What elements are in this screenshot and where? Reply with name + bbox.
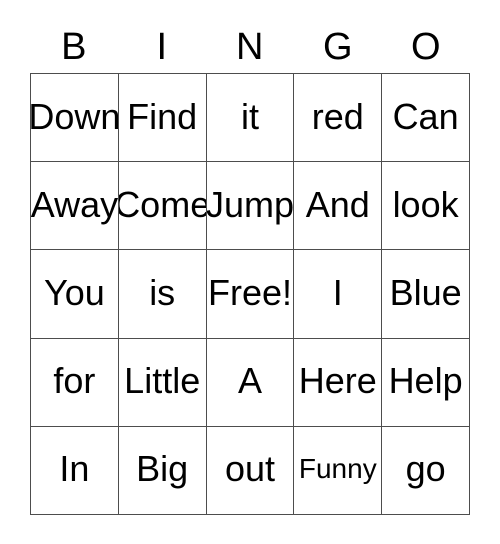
bingo-cell-label: Jump (206, 183, 295, 225)
bingo-cell-g2[interactable]: And (294, 162, 383, 251)
bingo-cell-g4[interactable]: Here (294, 338, 383, 427)
bingo-cell-label: Funny (298, 453, 377, 485)
bingo-cell-o2[interactable]: look (382, 162, 470, 251)
bingo-cell-label: look (392, 183, 459, 225)
bingo-cell-i3[interactable]: is (118, 250, 207, 339)
bingo-cell-b3[interactable]: You (31, 250, 119, 339)
bingo-header-letter-b: B (61, 26, 87, 68)
bingo-cell-label: is (149, 271, 176, 313)
bingo-cell-label: Come (118, 183, 207, 225)
bingo-cell-label: Little (124, 360, 201, 402)
bingo-cell-label: In (59, 448, 90, 490)
bingo-cell-label: go (405, 448, 446, 490)
bingo-cell-label: You (44, 271, 105, 313)
bingo-cell-label: I (332, 271, 343, 313)
bingo-cell-b2[interactable]: Away (31, 162, 119, 251)
bingo-cell-o4[interactable]: Help (382, 338, 470, 427)
bingo-cell-label: A (237, 360, 262, 402)
bingo-header-letter-i: I (156, 26, 168, 68)
bingo-cell-label: red (311, 95, 364, 137)
bingo-cell-free-space[interactable]: Free! (206, 250, 295, 339)
bingo-cell-label: for (53, 360, 96, 402)
bingo-cell-o3[interactable]: Blue (382, 250, 470, 339)
bingo-cell-label: Help (388, 360, 463, 402)
bingo-cell-o5[interactable]: go (382, 426, 470, 515)
bingo-cell-o1[interactable]: Can (382, 74, 470, 163)
bingo-cell-n5[interactable]: out (206, 426, 295, 515)
bingo-cell-label: Find (127, 95, 198, 137)
bingo-cell-n1[interactable]: it (206, 74, 295, 163)
bingo-cell-label: Can (392, 95, 459, 137)
bingo-cell-label: it (240, 95, 259, 137)
bingo-cell-label: Free! (207, 271, 292, 313)
bingo-cell-n4[interactable]: A (206, 338, 295, 427)
bingo-grid: Down Find it red Can Away Come Jump And … (30, 73, 470, 515)
bingo-cell-g3[interactable]: I (294, 250, 383, 339)
bingo-header-letter-n: N (236, 26, 264, 68)
bingo-cell-label: Away (31, 183, 119, 225)
bingo-cell-i1[interactable]: Find (118, 74, 207, 163)
bingo-cell-label: Down (31, 95, 119, 137)
bingo-cell-i5[interactable]: Big (118, 426, 207, 515)
bingo-cell-label: Here (298, 360, 377, 402)
bingo-header-row: B I N G O (30, 22, 470, 72)
bingo-cell-label: Blue (389, 271, 462, 313)
bingo-cell-label: out (224, 448, 276, 490)
bingo-cell-label: Big (136, 448, 189, 490)
bingo-cell-label: And (305, 183, 370, 225)
bingo-header-letter-g: G (322, 26, 354, 68)
bingo-cell-i2[interactable]: Come (118, 162, 207, 251)
bingo-card: B I N G O Down Find it red Can Away Come… (0, 0, 500, 544)
bingo-cell-i4[interactable]: Little (118, 338, 207, 427)
bingo-cell-g1[interactable]: red (294, 74, 383, 163)
bingo-header-letter-o: O (410, 26, 442, 68)
bingo-cell-g5[interactable]: Funny (294, 426, 383, 515)
bingo-cell-b1[interactable]: Down (31, 74, 119, 163)
bingo-cell-n2[interactable]: Jump (206, 162, 295, 251)
bingo-cell-b5[interactable]: In (31, 426, 119, 515)
bingo-cell-b4[interactable]: for (31, 338, 119, 427)
